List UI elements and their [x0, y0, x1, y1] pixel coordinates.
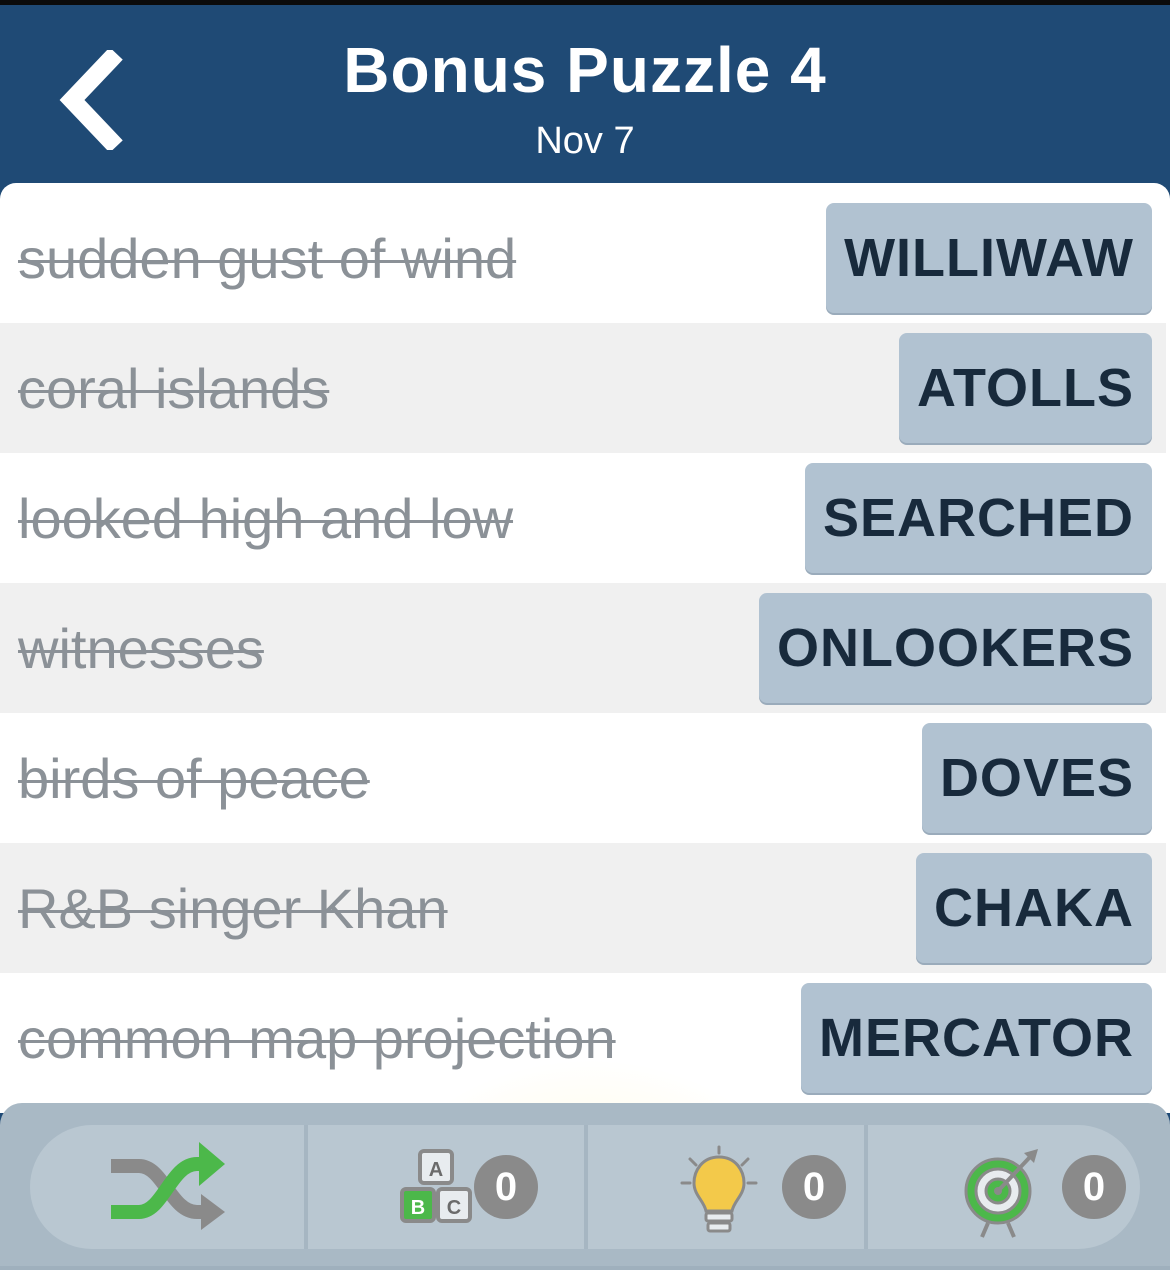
puzzle-date: Nov 7: [535, 120, 635, 162]
clue-text: R&B singer Khan: [18, 876, 448, 940]
shuffle-icon: [111, 1142, 225, 1230]
clue-row: witnesses ONLOOKERS: [0, 583, 1166, 713]
answer-tile[interactable]: ONLOOKERS: [758, 593, 1152, 703]
clue-row: common map projection MERCATOR: [0, 973, 1166, 1103]
clue-row: R&B singer Khan CHAKA: [0, 843, 1166, 973]
letters-button[interactable]: A B C 0: [308, 1125, 582, 1249]
clue-row: sudden gust of wind WILLIWAW: [0, 193, 1166, 323]
app-screen: Bonus Puzzle 4 Nov 7 sudden gust of wind…: [0, 0, 1170, 1270]
clue-row: coral islands ATOLLS: [0, 323, 1166, 453]
target-button[interactable]: 0: [868, 1125, 1140, 1249]
target-icon: [964, 1149, 1038, 1238]
bottom-toolbar: A B C 0 0 0: [0, 1103, 1170, 1270]
hint-button[interactable]: 0: [588, 1125, 862, 1249]
answer-tile[interactable]: MERCATOR: [801, 983, 1152, 1093]
block-letter-a: A: [429, 1159, 443, 1181]
target-count-badge: 0: [1062, 1155, 1126, 1219]
clue-text: witnesses: [18, 616, 264, 680]
clue-text: looked high and low: [18, 486, 514, 550]
answer-tile[interactable]: SEARCHED: [804, 463, 1152, 573]
clue-row: looked high and low SEARCHED: [0, 453, 1166, 583]
clue-list: sudden gust of wind WILLIWAW coral islan…: [0, 183, 1170, 1113]
bottom-strip: [0, 1266, 1170, 1270]
answer-tile[interactable]: ATOLLS: [899, 333, 1152, 443]
answer-tile[interactable]: WILLIWAW: [826, 203, 1152, 313]
clue-text: birds of peace: [18, 746, 370, 810]
block-letter-b: B: [411, 1197, 425, 1219]
page-title: Bonus Puzzle 4: [343, 34, 827, 106]
header: Bonus Puzzle 4 Nov 7: [0, 5, 1170, 185]
answer-tile[interactable]: CHAKA: [916, 853, 1152, 963]
toolbar-pill: A B C 0 0 0: [30, 1125, 1140, 1249]
block-letter-c: C: [447, 1197, 461, 1219]
clue-row: birds of peace DOVES: [0, 713, 1166, 843]
shuffle-button[interactable]: [30, 1125, 302, 1249]
clue-text: common map projection: [18, 1006, 616, 1070]
answer-tile[interactable]: DOVES: [921, 723, 1152, 833]
hint-count-badge: 0: [782, 1155, 846, 1219]
clue-text: coral islands: [18, 356, 330, 420]
lightbulb-icon: [680, 1145, 758, 1233]
clue-text: sudden gust of wind: [18, 226, 517, 290]
letters-count-badge: 0: [474, 1155, 538, 1219]
